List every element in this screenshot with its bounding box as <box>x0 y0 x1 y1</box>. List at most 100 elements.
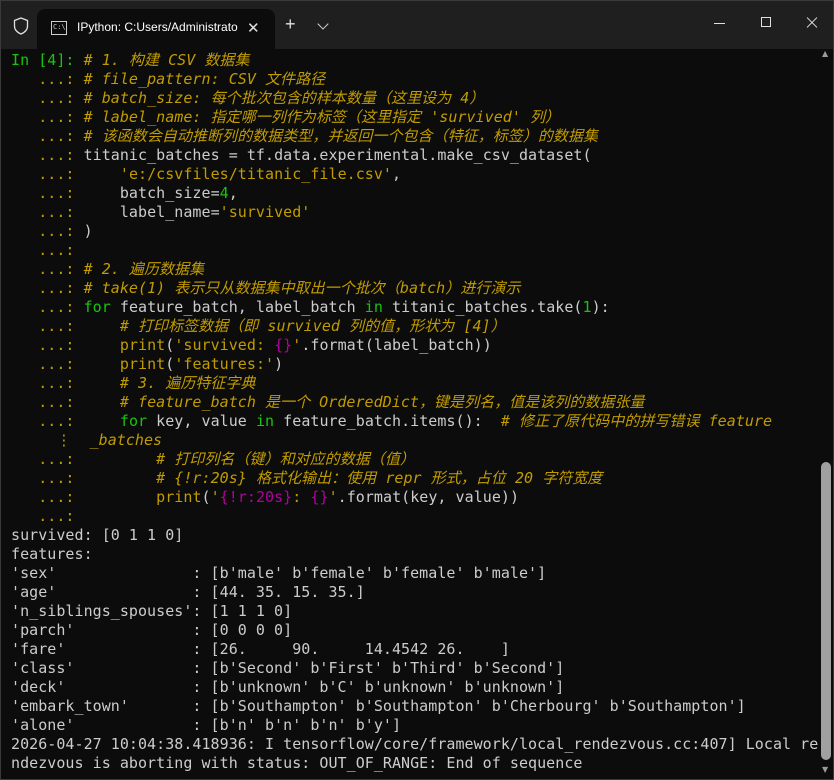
close-window-button[interactable] <box>789 1 833 45</box>
continuation-prompt: ...: <box>11 241 75 259</box>
code-line: ...: <box>11 507 75 526</box>
builtin: print <box>119 336 166 354</box>
continuation-prompt: ...: <box>11 279 75 297</box>
continuation-prompt: ...: <box>11 374 75 392</box>
code-text: ) <box>274 355 284 373</box>
code-line: ...: # 2. 遍历数据集 <box>11 260 204 279</box>
comment: # batch_size: 每个批次包含的样本数量（这里设为 4） <box>83 89 485 107</box>
code-text: batch_size= <box>83 184 220 202</box>
new-tab-button[interactable]: + <box>285 14 296 34</box>
code-line: ...: # take(1) 表示只从数据集中取出一个批次（batch）进行演示 <box>11 279 520 298</box>
code-line: ...: titanic_batches = tf.data.experimen… <box>11 146 592 165</box>
continuation-prompt: ...: <box>11 393 75 411</box>
comment: # 3. 遍历特征字典 <box>83 374 256 392</box>
code-line: ...: print('features:') <box>11 355 283 374</box>
code-line: ...: for key, value in feature_batch.ite… <box>11 412 772 431</box>
string-literal: : <box>292 488 311 506</box>
string-literal: ' <box>292 336 302 354</box>
code-line: ...: # 打印列名（键）和对应的数据（值） <box>11 450 415 469</box>
scroll-up-icon[interactable]: ▲ <box>822 49 828 58</box>
code-line: ...: ) <box>11 222 93 241</box>
string-literal: 'features:' <box>174 355 275 373</box>
code-line: ...: for feature_batch, label_batch in t… <box>11 298 610 317</box>
tab-title: IPython: C:Users/Administrato <box>77 20 238 34</box>
output-line: features: <box>11 545 93 563</box>
code-line: ...: # 打印标签数据（即 survived 列的值，形状为 [4]） <box>11 317 506 336</box>
continuation-prompt: ...: <box>11 450 75 468</box>
chevron-down-icon[interactable] <box>317 18 329 30</box>
output-line: survived: [0 1 1 0] <box>11 526 184 544</box>
continuation-prompt: ...: <box>11 412 75 430</box>
keyword: in <box>255 412 275 430</box>
comment: # take(1) 表示只从数据集中取出一个批次（batch）进行演示 <box>83 279 521 297</box>
log-line: 2026-04-27 10:04:38.418936: I tensorflow… <box>11 735 819 753</box>
code-line: ...: # 该函数会自动推断列的数据类型，并返回一个包含（特征，标签）的数据集 <box>11 127 598 146</box>
continuation-prompt: ...: <box>11 222 75 240</box>
keyword: for <box>119 412 148 430</box>
code-line: ...: # {!r:20s} 格式化输出：使用 repr 形式，占位 20 字… <box>11 469 602 488</box>
tab-ipython[interactable]: C:\ IPython: C:Users/Administrato ✕ <box>37 9 275 49</box>
maximize-button[interactable] <box>743 1 789 45</box>
code-text: label_name= <box>83 203 220 221</box>
comment: # label_name: 指定哪一列作为标签（这里指定 'survived' … <box>83 108 561 126</box>
continuation-prompt: ...: <box>11 507 75 525</box>
code-text: titanic_batches = tf.data.experimental.m… <box>83 146 592 164</box>
keyword: in <box>364 298 383 316</box>
code-line: ...: # feature_batch 是一个 OrderedDict，键是列… <box>11 393 645 412</box>
scroll-down-icon[interactable]: ▼ <box>822 765 828 774</box>
code-text: .format(label_batch)) <box>301 336 492 354</box>
code-text: titanic_batches.take( <box>382 298 583 316</box>
continuation-prompt: ...: <box>11 488 75 506</box>
code-text: ): <box>591 298 610 316</box>
code-text: , <box>228 184 238 202</box>
wrap-marker: ⋮ <box>11 431 81 449</box>
number-literal: 4 <box>219 184 229 202</box>
code-text: ) <box>83 222 93 240</box>
log-line: ndezvous is aborting with status: OUT_OF… <box>11 754 583 772</box>
code-line: ...: batch_size=4, <box>11 184 238 203</box>
continuation-prompt: ...: <box>11 355 75 373</box>
code-line: ...: # batch_size: 每个批次包含的样本数量（这里设为 4） <box>11 89 484 108</box>
continuation-prompt: ...: <box>11 184 75 202</box>
keyword: for <box>83 298 111 316</box>
minimize-button[interactable] <box>697 1 743 45</box>
continuation-prompt: ...: <box>11 336 75 354</box>
builtin: print <box>119 355 166 373</box>
code-line: ...: <box>11 241 75 260</box>
string-literal: 'survived' <box>219 203 311 221</box>
code-text: ( <box>201 488 211 506</box>
continuation-prompt: ...: <box>11 165 75 183</box>
continuation-prompt: ...: <box>11 203 75 221</box>
string-literal: 'survived: <box>174 336 275 354</box>
comment: # feature_batch 是一个 OrderedDict，键是列名，值是该… <box>83 393 645 411</box>
code-line: In [4]: # 1. 构建 CSV 数据集 <box>11 51 250 70</box>
continuation-prompt: ...: <box>11 127 75 145</box>
terminal-window: C:\ IPython: C:Users/Administrato ✕ + In… <box>0 0 834 780</box>
code-line: ...: label_name='survived' <box>11 203 310 222</box>
continuation-prompt: ...: <box>11 298 75 316</box>
continuation-prompt: ...: <box>11 469 75 487</box>
format-field: {} <box>274 336 293 354</box>
code-text: ( <box>165 336 175 354</box>
format-field: {} <box>310 488 329 506</box>
continuation-prompt: ...: <box>11 70 75 88</box>
code-line: ...: print('survived: {}'.format(label_b… <box>11 336 492 355</box>
code-text: feature_batch, label_batch <box>110 298 365 316</box>
title-bar: C:\ IPython: C:Users/Administrato ✕ + <box>1 1 833 49</box>
tab-close-button[interactable]: ✕ <box>247 19 260 37</box>
terminal-content[interactable]: In [4]: # 1. 构建 CSV 数据集 ...: # file_patt… <box>1 49 819 779</box>
output-line: 'sex' : [b'male' b'female' b'female' b'm… <box>11 564 547 582</box>
output-line: 'embark_town' : [b'Southampton' b'Southa… <box>11 697 746 715</box>
scrollbar-thumb[interactable] <box>821 462 831 760</box>
comment: # 打印列名（键）和对应的数据（值） <box>83 450 415 468</box>
code-line: ...: # label_name: 指定哪一列作为标签（这里指定 'survi… <box>11 108 560 127</box>
continuation-prompt: ...: <box>11 146 75 164</box>
comment: # 打印标签数据（即 survived 列的值，形状为 [4]） <box>83 317 506 335</box>
comment: # 该函数会自动推断列的数据类型，并返回一个包含（特征，标签）的数据集 <box>83 127 599 145</box>
shield-icon[interactable] <box>13 17 29 35</box>
input-prompt: In [4]: <box>11 51 75 69</box>
